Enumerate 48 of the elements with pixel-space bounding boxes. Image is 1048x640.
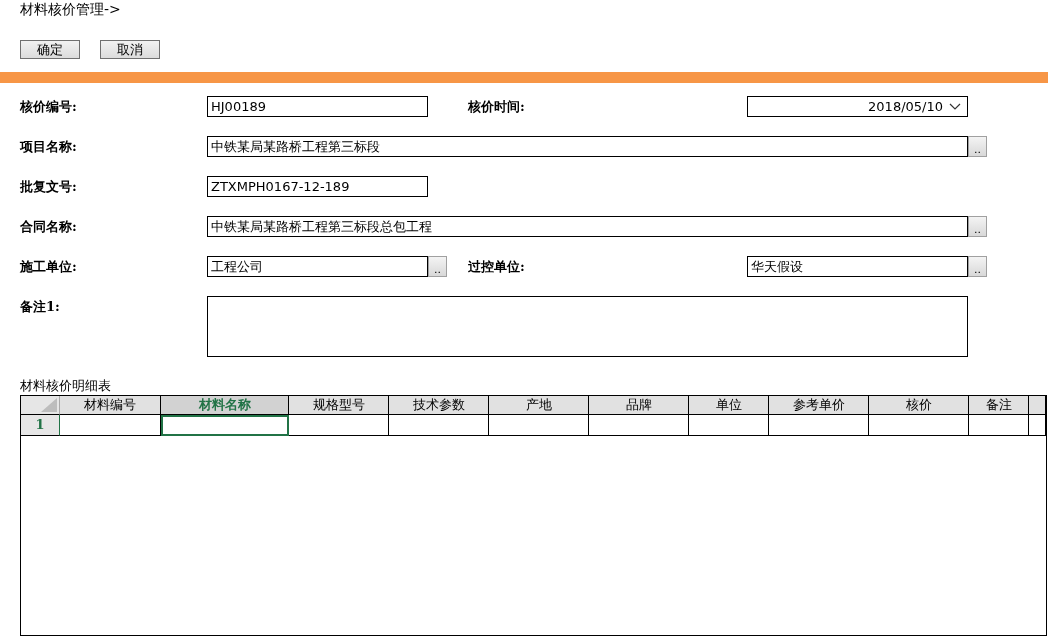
input-field[interactable]: HJ00189 (207, 96, 428, 117)
field-label: 项目名称: (20, 138, 78, 156)
table-cell[interactable] (389, 415, 489, 436)
column-header[interactable]: 单位 (689, 396, 769, 415)
table-cell[interactable] (689, 415, 769, 436)
input-field[interactable]: 工程公司 (207, 256, 428, 277)
input-field[interactable]: 华天假设 (747, 256, 968, 277)
input-field[interactable]: ZTXMPH0167-12-189 (207, 176, 428, 197)
table-cell[interactable] (869, 415, 969, 436)
column-header[interactable]: 产地 (489, 396, 589, 415)
picker-button[interactable]: .. (968, 256, 987, 277)
picker-button[interactable]: .. (428, 256, 447, 277)
field-label: 核价时间: (468, 98, 526, 116)
date-field[interactable]: 2018/05/10 (747, 96, 968, 117)
field-label: 备注1: (20, 298, 61, 316)
field-label: 核价编号: (20, 98, 78, 116)
column-header[interactable]: 核价 (869, 396, 969, 415)
row-number[interactable]: 1 (21, 415, 60, 436)
column-header[interactable]: 备注 (969, 396, 1029, 415)
column-header[interactable]: 品牌 (589, 396, 689, 415)
table-cell[interactable] (489, 415, 589, 436)
field-label: 批复文号: (20, 178, 78, 196)
field-label: 合同名称: (20, 218, 78, 236)
column-header[interactable]: 规格型号 (289, 396, 389, 415)
select-all-triangle-icon (41, 398, 57, 412)
table-caption: 材料核价明细表 (20, 377, 111, 395)
page-title: 材料核价管理-> (19, 0, 122, 18)
corner-cell[interactable] (21, 396, 60, 415)
input-field[interactable]: 中铁某局某路桥工程第三标段总包工程 (207, 216, 968, 237)
table-cell[interactable] (769, 415, 869, 436)
chevron-down-icon (949, 102, 961, 111)
column-header[interactable]: 材料编号 (60, 396, 161, 415)
column-header[interactable]: 技术参数 (389, 396, 489, 415)
table-cell[interactable] (161, 415, 289, 436)
column-header[interactable]: 材料名称 (161, 396, 289, 415)
table-cell[interactable] (969, 415, 1029, 436)
field-label: 过控单位: (468, 258, 526, 276)
table-cell[interactable] (60, 415, 161, 436)
action-button[interactable]: 确定 (20, 40, 80, 59)
input-field[interactable]: 中铁某局某路桥工程第三标段 (207, 136, 968, 157)
action-button[interactable]: 取消 (100, 40, 160, 59)
column-header[interactable]: 参考单价 (769, 396, 869, 415)
picker-button[interactable]: .. (968, 136, 987, 157)
table-cell[interactable] (589, 415, 689, 436)
picker-button[interactable]: .. (968, 216, 987, 237)
field-label: 施工单位: (20, 258, 78, 276)
table-cell[interactable] (289, 415, 389, 436)
remark-textarea[interactable] (207, 296, 968, 357)
